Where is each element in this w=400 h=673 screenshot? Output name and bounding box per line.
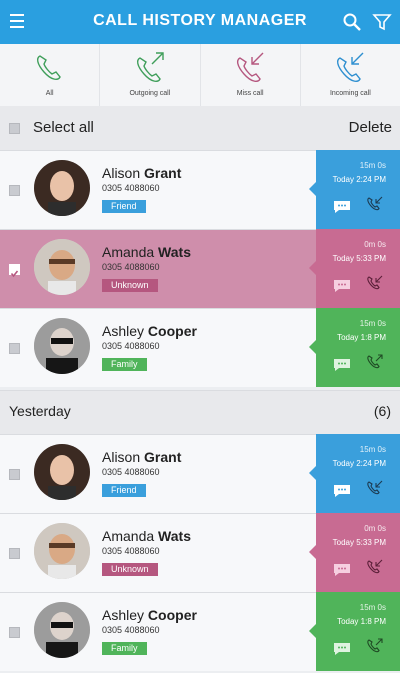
call-filter-tabs: All Outgoing call Miss call Incoming cal… <box>0 44 400 106</box>
missed-call-icon <box>237 52 264 82</box>
avatar <box>34 602 90 658</box>
call-row[interactable]: Alison Grant 0305 4088060 Friend 15m 0s … <box>0 434 400 513</box>
contact-name: Alison Grant <box>102 165 182 181</box>
tab-miss-call[interactable]: Miss call <box>201 44 301 106</box>
tab-all[interactable]: All <box>0 44 101 106</box>
row-checkbox[interactable] <box>9 185 20 196</box>
contact-tag: Family <box>102 642 147 655</box>
missed-call-icon[interactable] <box>366 558 384 576</box>
row-checkbox[interactable] <box>9 469 20 480</box>
message-icon[interactable] <box>333 358 351 372</box>
tab-label: Outgoing call <box>129 90 171 97</box>
call-time: Today 2:24 PM <box>332 459 386 468</box>
phone-number: 0305 4088060 <box>102 546 160 556</box>
incoming-call-icon[interactable] <box>366 195 384 213</box>
section-count: (6) <box>373 403 391 419</box>
select-all-label[interactable]: Select all <box>33 119 94 136</box>
phone-number: 0305 4088060 <box>102 183 160 193</box>
contact-name: Amanda Wats <box>102 244 191 260</box>
contact-tag: Unknown <box>102 563 158 576</box>
phone-icon <box>36 55 61 80</box>
call-row[interactable]: Amanda Wats 0305 4088060 Unknown 0m 0s T… <box>0 513 400 592</box>
contact-tag: Family <box>102 358 147 371</box>
call-duration: 15m 0s <box>359 319 386 328</box>
contact-name: Ashley Cooper <box>102 607 197 623</box>
avatar <box>34 239 90 295</box>
row-checkbox[interactable] <box>9 627 20 638</box>
message-icon[interactable] <box>333 563 351 577</box>
missed-call-icon[interactable] <box>366 274 384 292</box>
outgoing-call-icon <box>136 52 164 82</box>
message-icon[interactable] <box>333 279 351 293</box>
row-checkbox[interactable] <box>9 343 20 354</box>
tab-label: Miss call <box>236 90 264 97</box>
tab-outgoing-call[interactable]: Outgoing call <box>100 44 201 106</box>
tab-incoming-call[interactable]: Incoming call <box>301 44 400 106</box>
section-header-yesterday: Yesterday (6) <box>0 390 400 435</box>
delete-button[interactable]: Delete <box>349 119 392 136</box>
call-time: Today 1:8 PM <box>337 617 386 626</box>
message-icon[interactable] <box>333 642 351 656</box>
call-info-panel: 0m 0s Today 5:33 PM <box>309 229 400 308</box>
call-duration: 15m 0s <box>359 603 386 612</box>
phone-number: 0305 4088060 <box>102 467 160 477</box>
avatar <box>34 444 90 500</box>
phone-number: 0305 4088060 <box>102 625 160 635</box>
filter-icon[interactable] <box>372 12 392 32</box>
tab-label: Incoming call <box>329 90 371 97</box>
checkmark-icon <box>10 270 19 278</box>
search-icon[interactable] <box>342 12 362 32</box>
contact-tag: Friend <box>102 200 146 213</box>
phone-number: 0305 4088060 <box>102 262 160 272</box>
phone-number: 0305 4088060 <box>102 341 160 351</box>
call-duration: 15m 0s <box>359 445 386 454</box>
contact-name: Amanda Wats <box>102 528 191 544</box>
row-checkbox[interactable] <box>9 548 20 559</box>
incoming-call-icon[interactable] <box>366 479 384 497</box>
avatar <box>34 523 90 579</box>
contact-tag: Unknown <box>102 279 158 292</box>
avatar <box>34 318 90 374</box>
call-time: Today 1:8 PM <box>337 333 386 342</box>
row-checkbox[interactable] <box>9 264 20 278</box>
tab-label: All <box>45 90 54 97</box>
incoming-call-icon <box>337 52 364 82</box>
select-all-checkbox[interactable] <box>9 123 20 134</box>
section-title: Yesterday <box>9 403 71 419</box>
call-info-panel: 15m 0s Today 1:8 PM <box>309 308 400 387</box>
contact-name: Alison Grant <box>102 449 182 465</box>
call-time: Today 5:33 PM <box>332 254 386 263</box>
call-row[interactable]: Amanda Wats 0305 4088060 Unknown 0m 0s T… <box>0 229 400 308</box>
avatar <box>34 160 90 216</box>
call-row[interactable]: Ashley Cooper 0305 4088060 Family 15m 0s… <box>0 592 400 671</box>
call-duration: 0m 0s <box>364 524 386 533</box>
contact-tag: Friend <box>102 484 146 497</box>
call-time: Today 2:24 PM <box>332 175 386 184</box>
call-row[interactable]: Alison Grant 0305 4088060 Friend 15m 0s … <box>0 150 400 229</box>
call-duration: 0m 0s <box>364 240 386 249</box>
contact-name: Ashley Cooper <box>102 323 197 339</box>
app-title: CALL HISTORY MANAGER <box>93 12 307 29</box>
message-icon[interactable] <box>333 484 351 498</box>
outgoing-call-icon[interactable] <box>366 637 384 655</box>
call-row[interactable]: Ashley Cooper 0305 4088060 Family 15m 0s… <box>0 308 400 387</box>
list-toolbar: Select all Delete <box>0 106 400 150</box>
call-time: Today 5:33 PM <box>332 538 386 547</box>
call-info-panel: 15m 0s Today 2:24 PM <box>309 150 400 229</box>
outgoing-call-icon[interactable] <box>366 353 384 371</box>
message-icon[interactable] <box>333 200 351 214</box>
call-info-panel: 15m 0s Today 2:24 PM <box>309 434 400 513</box>
app-header: CALL HISTORY MANAGER <box>0 0 400 44</box>
call-info-panel: 15m 0s Today 1:8 PM <box>309 592 400 671</box>
call-duration: 15m 0s <box>359 161 386 170</box>
call-info-panel: 0m 0s Today 5:33 PM <box>309 513 400 592</box>
